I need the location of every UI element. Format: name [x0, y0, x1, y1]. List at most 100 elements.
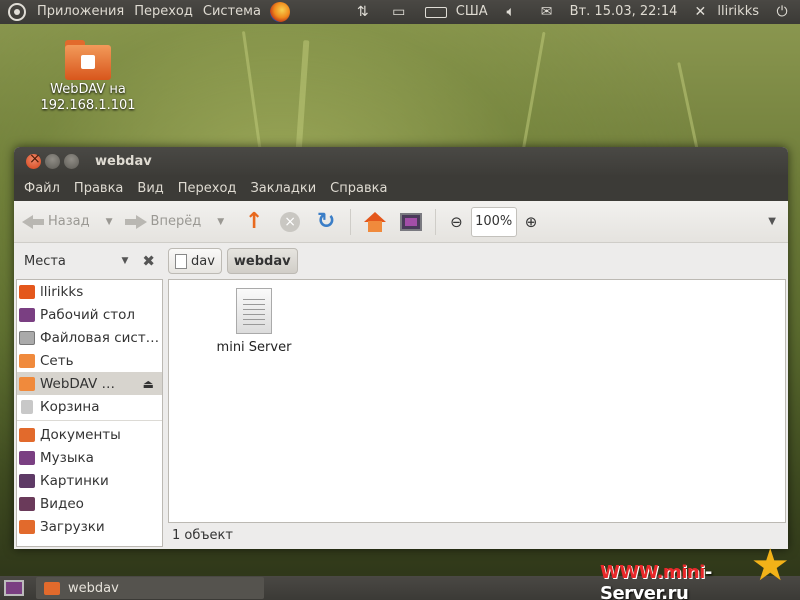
- network-icon: [19, 353, 35, 368]
- text-file-icon: [236, 288, 272, 334]
- user-status-icon[interactable]: ✕: [690, 4, 710, 20]
- menu-edit[interactable]: Правка: [67, 181, 130, 196]
- clock[interactable]: Вт. 15.03, 22:14: [565, 0, 683, 24]
- zoom-in-icon[interactable]: ⊕: [525, 213, 538, 231]
- zoom-out-icon[interactable]: ⊖: [450, 213, 463, 231]
- sidebar-item-filesystem[interactable]: Файловая сист…: [17, 326, 162, 349]
- sidebar-item-trash[interactable]: Корзина: [17, 395, 162, 418]
- eject-icon[interactable]: ⏏: [143, 377, 154, 391]
- places-selector[interactable]: Места ▼ ✖: [14, 243, 163, 279]
- sidebar-item-label: llirikks: [40, 283, 84, 300]
- computer-button[interactable]: [399, 210, 423, 234]
- home-button[interactable]: [363, 210, 387, 234]
- minimize-button[interactable]: [45, 153, 60, 169]
- document-icon: [175, 253, 187, 269]
- sidebar-item-label: Документы: [40, 426, 121, 443]
- show-desktop-icon[interactable]: [4, 580, 24, 596]
- background-decoration: [295, 40, 310, 161]
- breadcrumb-webdav[interactable]: webdav: [226, 248, 298, 274]
- sidebar-item-downloads[interactable]: Загрузки: [17, 515, 162, 538]
- file-item[interactable]: mini Server: [209, 288, 299, 355]
- sidebar-item-pictures[interactable]: Картинки: [17, 469, 162, 492]
- desktop-icon-label: WebDAV на 192.168.1.101: [40, 82, 136, 113]
- menu-system[interactable]: Система: [198, 0, 266, 24]
- close-button[interactable]: [26, 151, 41, 169]
- power-icon[interactable]: ⏻: [772, 4, 792, 20]
- back-button[interactable]: Назад: [22, 213, 90, 231]
- chevron-down-icon[interactable]: ▼: [122, 256, 129, 266]
- top-panel: Приложения Переход Система ⇅ ▭ США 🔈︎ ✉︎…: [0, 0, 800, 24]
- title-bar[interactable]: webdav: [14, 147, 788, 175]
- file-manager-window: webdav Файл Правка Вид Переход Закладки …: [14, 147, 788, 549]
- documents-folder-icon: [19, 427, 35, 442]
- sidebar-item-home[interactable]: llirikks: [17, 280, 162, 303]
- desktop-webdav-shortcut[interactable]: WebDAV на 192.168.1.101: [26, 40, 150, 114]
- menu-bookmarks[interactable]: Закладки: [243, 181, 323, 196]
- breadcrumb-label: webdav: [233, 253, 291, 269]
- pictures-folder-icon: [19, 473, 35, 488]
- volume-icon[interactable]: 🔈︎: [501, 4, 521, 20]
- places-sidebar: llirikks Рабочий стол Файловая сист… Сет…: [16, 279, 163, 547]
- computer-icon: [400, 212, 423, 231]
- menu-applications[interactable]: Приложения: [32, 0, 129, 24]
- sidebar-item-label: Сеть: [40, 352, 74, 369]
- zoom-level[interactable]: 100%: [470, 206, 517, 237]
- home-icon: [364, 211, 387, 232]
- file-view[interactable]: mini Server: [168, 279, 786, 523]
- back-history-dropdown[interactable]: ▼: [106, 217, 113, 227]
- sidebar-item-webdav[interactable]: WebDAV … ⏏: [17, 372, 162, 395]
- file-name: mini Server: [216, 340, 292, 355]
- up-arrow-icon[interactable]: ↑: [242, 209, 266, 234]
- sidebar-item-videos[interactable]: Видео: [17, 492, 162, 515]
- ubuntu-logo-icon[interactable]: [8, 3, 26, 21]
- home-folder-icon: [19, 284, 35, 299]
- menu-view[interactable]: Вид: [130, 181, 170, 196]
- forward-label: Вперёд: [150, 214, 202, 229]
- menu-file[interactable]: Файл: [14, 181, 67, 196]
- menu-help[interactable]: Справка: [323, 181, 394, 196]
- menu-go[interactable]: Переход: [171, 181, 244, 196]
- watermark-suffix: Server.ru: [600, 583, 689, 600]
- window-title: webdav: [95, 153, 152, 169]
- sidebar-item-documents[interactable]: Документы: [17, 423, 162, 446]
- reload-icon[interactable]: ↻: [314, 209, 338, 234]
- breadcrumb-dav[interactable]: dav: [168, 248, 222, 274]
- star-icon: ★: [750, 540, 790, 591]
- downloads-folder-icon: [19, 519, 35, 534]
- folder-icon: [44, 581, 60, 595]
- menu-places[interactable]: Переход: [129, 0, 198, 24]
- sidebar-item-label: Рабочий стол: [40, 306, 135, 323]
- taskbar-item-label: webdav: [68, 580, 119, 596]
- network-transfer-icon[interactable]: ⇅: [353, 4, 373, 20]
- sidebar-item-label: WebDAV …: [40, 375, 115, 392]
- sidebar-item-label: Картинки: [40, 472, 109, 489]
- keyboard-icon: [424, 6, 447, 18]
- toolbar: Назад ▼ Вперёд ▼ ↑ × ↻ ⊖ 100% ⊕ ▼: [14, 201, 788, 243]
- sidebar-item-label: Корзина: [40, 398, 100, 415]
- sidebar-item-desktop[interactable]: Рабочий стол: [17, 303, 162, 326]
- music-folder-icon: [19, 450, 35, 465]
- stop-button[interactable]: ×: [278, 210, 302, 234]
- sidebar-item-music[interactable]: Музыка: [17, 446, 162, 469]
- desktop-icon: [19, 307, 35, 322]
- close-sidebar-icon[interactable]: ✖: [142, 252, 155, 270]
- trash-icon: [21, 399, 33, 414]
- display-icon[interactable]: ▭: [389, 4, 409, 20]
- firefox-icon[interactable]: [269, 2, 290, 22]
- forward-button[interactable]: Вперёд: [124, 213, 202, 231]
- back-label: Назад: [48, 214, 90, 229]
- sidebar-item-label: Файловая сист…: [40, 329, 160, 346]
- sidebar-item-network[interactable]: Сеть: [17, 349, 162, 372]
- taskbar-item-webdav[interactable]: webdav: [36, 577, 264, 599]
- toolbar-overflow-icon[interactable]: ▼: [768, 216, 776, 227]
- harddisk-icon: [19, 330, 35, 345]
- mail-icon[interactable]: ✉︎: [537, 4, 557, 20]
- keyboard-layout[interactable]: США: [451, 0, 493, 24]
- forward-history-dropdown[interactable]: ▼: [217, 217, 224, 227]
- remote-folder-icon: [65, 40, 111, 80]
- username[interactable]: llirikks: [712, 0, 764, 24]
- sidebar-item-label: Музыка: [40, 449, 94, 466]
- maximize-button[interactable]: [64, 153, 79, 169]
- background-decoration: [241, 31, 263, 161]
- videos-folder-icon: [19, 496, 35, 511]
